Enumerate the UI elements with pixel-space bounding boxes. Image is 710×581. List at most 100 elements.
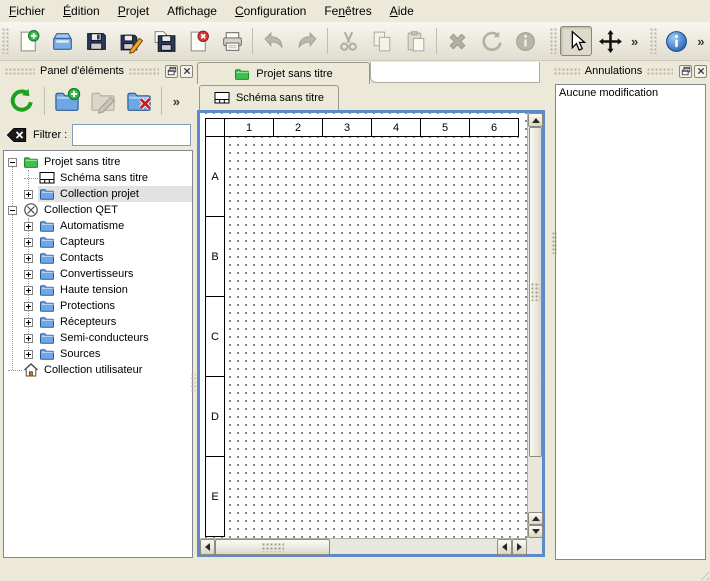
save-as-button[interactable] — [114, 26, 146, 56]
save-button[interactable] — [80, 26, 112, 56]
open-button[interactable] — [46, 26, 78, 56]
menu-configuration[interactable]: Configuration — [226, 1, 315, 21]
expand-icon[interactable] — [24, 254, 33, 263]
elements-panel-titlebar[interactable]: Panel d'éléments — [0, 62, 196, 80]
edit-folder-button[interactable] — [86, 82, 120, 120]
copy-icon — [370, 29, 395, 54]
toolbar-overflow-button[interactable]: » — [693, 34, 708, 49]
tree-item-collection-qet[interactable]: Collection QET — [4, 202, 192, 218]
expand-icon[interactable] — [24, 334, 33, 343]
pointer-button[interactable] — [560, 26, 592, 56]
delete-button[interactable] — [441, 26, 473, 56]
move-button[interactable] — [594, 26, 626, 56]
tree-item-haute-tension[interactable]: Haute tension — [4, 282, 192, 298]
vertical-scrollbar-thumb[interactable] — [529, 127, 542, 457]
new-document-button[interactable] — [12, 26, 44, 56]
scroll-right-button[interactable] — [512, 539, 527, 555]
scroll-left-button[interactable] — [200, 539, 215, 555]
collapse-icon[interactable] — [8, 206, 17, 215]
tree-item-projet-sans-titre[interactable]: Projet sans titre — [4, 154, 192, 170]
undo-panel-titlebar[interactable]: Annulations — [549, 62, 710, 80]
splitter-handle[interactable] — [191, 373, 196, 393]
tree-item-recepteurs[interactable]: Récepteurs — [4, 314, 192, 330]
collapse-icon[interactable] — [8, 158, 17, 167]
row-header-D: D — [205, 376, 225, 457]
toolbar-overflow-button[interactable]: » — [169, 94, 184, 109]
cut-button[interactable] — [332, 26, 364, 56]
clear-filter-button[interactable] — [5, 126, 28, 144]
toolbar-drag-handle[interactable] — [650, 28, 657, 54]
tree-item-convertisseurs[interactable]: Convertisseurs — [4, 266, 192, 282]
dock-float-button[interactable] — [165, 65, 178, 78]
scroll-up-button[interactable] — [528, 512, 543, 525]
close-document-button[interactable] — [182, 26, 214, 56]
folder-icon — [39, 250, 55, 266]
folder-icon — [39, 330, 55, 346]
undo-list-item[interactable]: Aucune modification — [556, 85, 705, 101]
tree-item-collection-projet[interactable]: Collection projet — [4, 186, 192, 202]
delete-folder-icon — [125, 87, 153, 115]
expand-icon[interactable] — [24, 222, 33, 231]
dock-float-button[interactable] — [679, 65, 692, 78]
tab-schema-sans-titre[interactable]: Schéma sans titre — [199, 85, 339, 110]
tab-project-sans-titre[interactable]: Projet sans titre — [197, 62, 370, 84]
info-gray-button[interactable] — [509, 26, 541, 56]
scroll-up-button[interactable] — [528, 113, 543, 127]
arrow-left-icon — [205, 543, 210, 551]
filter-input[interactable] — [72, 124, 191, 146]
tree-item-semi-conducteurs[interactable]: Semi-conducteurs — [4, 330, 192, 346]
expand-icon[interactable] — [24, 270, 33, 279]
vertical-scrollbar[interactable] — [527, 113, 542, 538]
tree-item-capteurs[interactable]: Capteurs — [4, 234, 192, 250]
expand-icon[interactable] — [24, 238, 33, 247]
menu-affichage[interactable]: Affichage — [158, 1, 226, 21]
tree-item-contacts[interactable]: Contacts — [4, 250, 192, 266]
horizontal-scrollbar-thumb[interactable] — [215, 539, 330, 555]
scroll-left-button[interactable] — [497, 539, 512, 555]
column-header-6: 6 — [469, 118, 519, 137]
tree-item-sources[interactable]: Sources — [4, 346, 192, 362]
tree-item-schema-sans-titre[interactable]: Schéma sans titre — [4, 170, 192, 186]
folder-icon — [39, 346, 55, 362]
toolbar-drag-handle[interactable] — [2, 28, 9, 54]
undo-button[interactable] — [257, 26, 289, 56]
folder-icon — [39, 234, 55, 250]
save-as-icon — [118, 29, 143, 54]
splitter-handle[interactable] — [552, 232, 557, 254]
reload-button[interactable] — [5, 82, 39, 120]
horizontal-scrollbar[interactable] — [200, 538, 527, 554]
menu-fenetres[interactable]: Fenêtres — [315, 1, 380, 21]
new-folder-button[interactable] — [50, 82, 84, 120]
copy-button[interactable] — [366, 26, 398, 56]
info-toolbar: » — [648, 22, 708, 60]
tree-item-collection-utilisateur[interactable]: Collection utilisateur — [4, 362, 192, 378]
expand-icon[interactable] — [24, 302, 33, 311]
schema-canvas[interactable]: 123456ABCDE — [200, 113, 527, 538]
toolbar-overflow-button[interactable]: » — [627, 34, 642, 49]
expand-icon[interactable] — [24, 350, 33, 359]
paste-button[interactable] — [400, 26, 432, 56]
save-all-button[interactable] — [148, 26, 180, 56]
menu-projet[interactable]: Projet — [109, 1, 158, 21]
info-blue-button[interactable] — [660, 26, 692, 56]
delete-folder-button[interactable] — [122, 82, 156, 120]
toolbar-drag-handle[interactable] — [550, 28, 557, 54]
expand-icon[interactable] — [24, 318, 33, 327]
dock-close-button[interactable] — [694, 65, 707, 78]
dock-close-button[interactable] — [180, 65, 193, 78]
rotate-button[interactable] — [475, 26, 507, 56]
menu-aide[interactable]: Aide — [381, 1, 423, 21]
menu-edition[interactable]: Édition — [54, 1, 109, 21]
expand-icon[interactable] — [24, 190, 33, 199]
elements-tree: Projet sans titreSchéma sans titreCollec… — [3, 150, 193, 558]
tree-item-protections[interactable]: Protections — [4, 298, 192, 314]
expand-icon[interactable] — [24, 286, 33, 295]
scroll-down-button[interactable] — [528, 525, 543, 538]
print-button[interactable] — [216, 26, 248, 56]
menu-fichier[interactable]: Fichier — [0, 1, 54, 21]
redo-button[interactable] — [291, 26, 323, 56]
resize-grip[interactable] — [697, 568, 709, 580]
tree-item-automatisme[interactable]: Automatisme — [4, 218, 192, 234]
row-header-B: B — [205, 216, 225, 297]
undo-list: Aucune modification — [555, 84, 706, 560]
